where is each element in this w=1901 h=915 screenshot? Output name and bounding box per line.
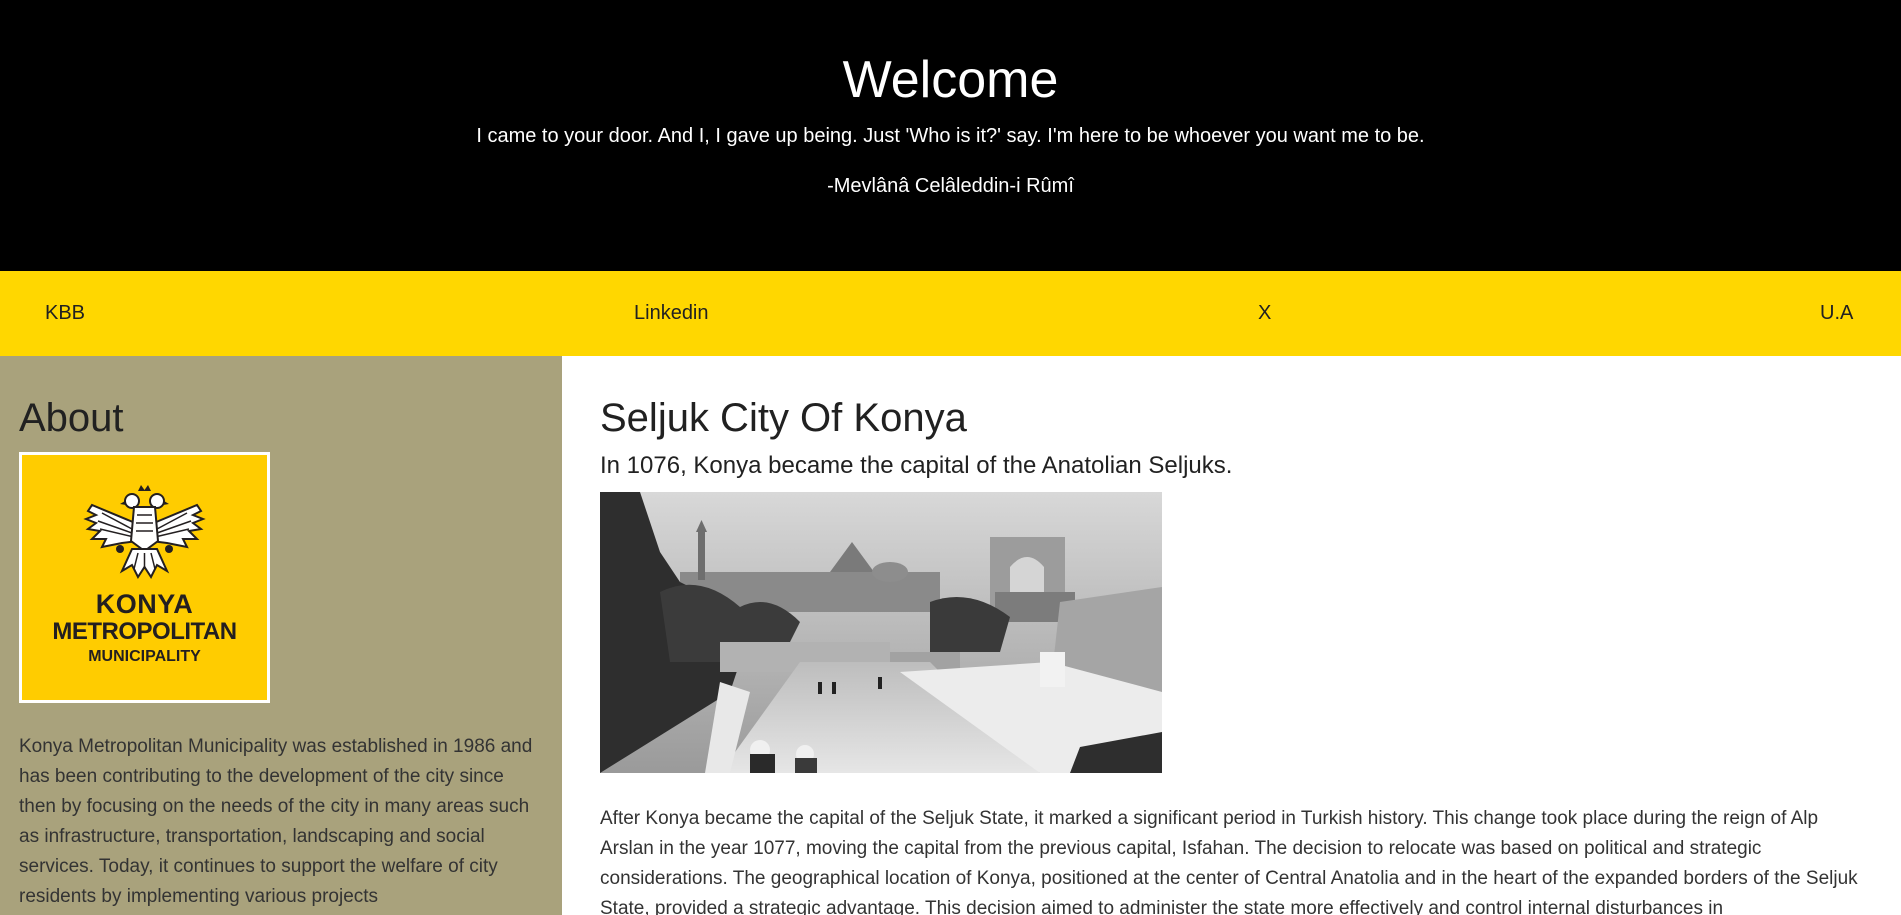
- nav-link-ua[interactable]: U.A: [1820, 301, 1853, 325]
- historic-konya-photo-illustration: [600, 492, 1162, 773]
- nav-link-x[interactable]: X: [1258, 301, 1271, 325]
- main-paragraph: After Konya became the capital of the Se…: [600, 808, 1858, 915]
- main-content: Seljuk City Of Konya In 1076, Konya beca…: [562, 356, 1901, 915]
- main-title: Seljuk City Of Konya: [600, 396, 967, 440]
- sidebar-title: About: [19, 396, 124, 440]
- header-quote-author: -Mevlânâ Celâleddin-i Rûmî: [827, 175, 1074, 197]
- nav-link-kbb[interactable]: KBB: [45, 301, 85, 325]
- sidebar-description: Konya Metropolitan Municipality was esta…: [19, 736, 533, 907]
- double-headed-eagle-icon: [83, 485, 206, 580]
- logo-text-metropolitan: METROPOLITAN: [52, 618, 237, 645]
- header: Welcome I came to your door. And I, I ga…: [0, 0, 1901, 271]
- main-subtitle: In 1076, Konya became the capital of the…: [600, 452, 1233, 479]
- header-quote: I came to your door. And I, I gave up be…: [476, 125, 1425, 147]
- konya-municipality-logo: KONYA METROPOLITAN MUNICIPALITY: [19, 452, 270, 703]
- nav-bar: KBB Linkedin X U.A: [0, 271, 1901, 356]
- logo-text-konya: KONYA: [95, 589, 194, 619]
- header-title: Welcome: [842, 51, 1059, 109]
- nav-link-linkedin[interactable]: Linkedin: [634, 301, 709, 325]
- historic-konya-photo: [600, 492, 1162, 773]
- logo-text-municipality: MUNICIPALITY: [88, 648, 201, 665]
- page: Welcome I came to your door. And I, I ga…: [0, 0, 1901, 915]
- sidebar-about: About KONYA METROPOLITAN MUNICIPALITY Ko…: [0, 356, 562, 915]
